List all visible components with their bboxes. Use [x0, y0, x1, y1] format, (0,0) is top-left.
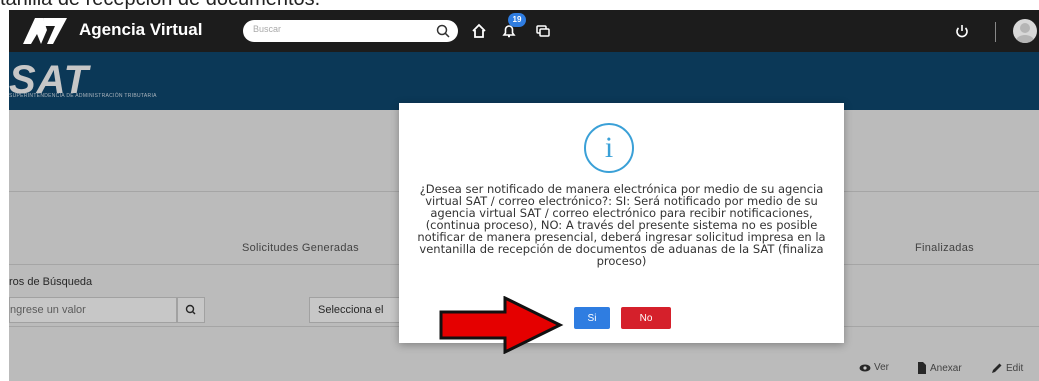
- home-icon[interactable]: [469, 21, 489, 41]
- navbar-divider: [995, 22, 996, 42]
- dialog-message: ¿Desea ser notificado de manera electrón…: [417, 182, 826, 268]
- red-arrow-annotation-icon: [439, 296, 564, 354]
- user-avatar[interactable]: [1013, 19, 1037, 43]
- chat-icon[interactable]: [533, 21, 553, 41]
- top-navbar: Agencia Virtual 19: [9, 10, 1039, 52]
- search-icon[interactable]: [436, 24, 450, 38]
- no-button[interactable]: No: [621, 307, 671, 329]
- info-icon: i: [584, 123, 634, 173]
- yes-button[interactable]: Si: [574, 307, 610, 329]
- app-title[interactable]: Agencia Virtual: [79, 20, 202, 40]
- user-avatar-icon: [1016, 23, 1034, 43]
- power-icon[interactable]: [952, 21, 972, 41]
- search-box[interactable]: [243, 20, 458, 42]
- agencia-virtual-logo-icon[interactable]: [23, 18, 67, 44]
- notification-badge: 19: [508, 13, 526, 27]
- search-input[interactable]: [253, 24, 423, 34]
